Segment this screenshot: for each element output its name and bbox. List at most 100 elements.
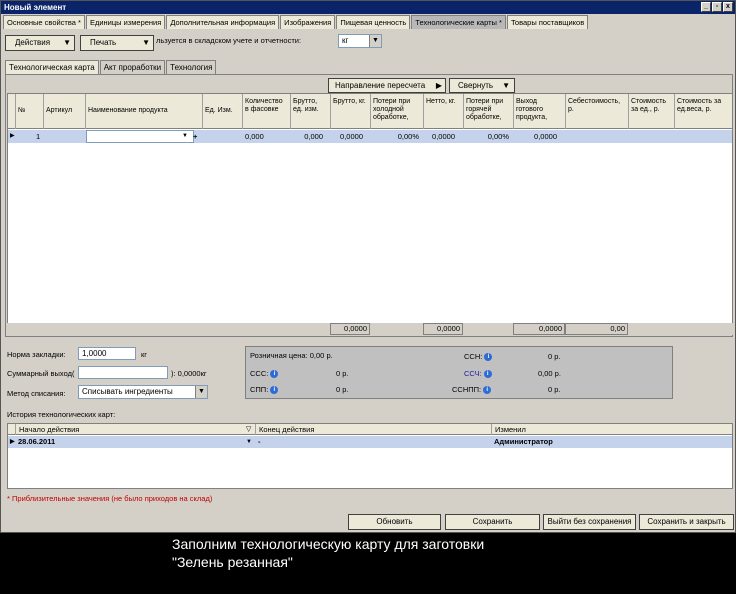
tab-images[interactable]: Изображения <box>280 15 336 29</box>
table-header: № Артикул Наименование продукта Ед. Изм.… <box>8 94 732 129</box>
tab-tech-card[interactable]: Технологическая карта <box>5 60 99 75</box>
col-net-kg[interactable]: Нетто, кг. <box>424 94 464 129</box>
actions-button[interactable]: Действия ▼ <box>5 35 75 51</box>
history-label: История технологических карт: <box>7 410 116 419</box>
title-bar: Новый элемент _ ▫ x <box>1 1 735 14</box>
chevron-down-icon[interactable]: ▼ <box>195 386 207 398</box>
ssn-label: ССН: i <box>464 352 493 362</box>
col-start[interactable]: Начало действия <box>16 424 256 435</box>
cell-unit[interactable] <box>203 130 243 143</box>
table-row[interactable]: ▶ 28.06.2011 ▼ - Администратор <box>8 436 732 448</box>
unit-select[interactable]: кг ▼ <box>338 34 382 48</box>
sss-label: ССС: i <box>250 369 279 379</box>
tab-act[interactable]: Акт проработки <box>99 60 166 74</box>
toolbar: Действия ▼ Печать ▼ льзуется в складском у… <box>3 30 733 54</box>
table-footer: 0,0000 0,0000 0,0000 0,00 <box>7 323 733 335</box>
info-icon[interactable]: i <box>270 370 279 379</box>
col-article[interactable]: Артикул <box>44 94 86 129</box>
cell-net-kg[interactable]: 0,0000 <box>424 130 457 143</box>
col-cold-loss[interactable]: Потери при холодной обработке, <box>371 94 424 129</box>
total-cost: 0,00 <box>565 323 628 335</box>
cell-hot-loss[interactable]: 0,00% <box>464 130 511 143</box>
collapse-label: Свернуть <box>458 81 494 90</box>
save-and-close-button[interactable]: Сохранить и закрыть <box>639 514 734 530</box>
table-row[interactable]: ▶ 1 ▼ + 0,000 0,000 0,0000 0,00% 0,0000 … <box>8 130 732 143</box>
cell-end[interactable]: - <box>256 436 486 449</box>
col-end[interactable]: Конец действия <box>256 424 492 435</box>
refresh-button[interactable]: Обновить <box>348 514 441 530</box>
col-price-unit[interactable]: Стоимость за ед., р. <box>629 94 675 129</box>
tab-nutrition[interactable]: Пищевая ценность <box>336 15 411 29</box>
tab-main-properties[interactable]: Основные свойства * <box>3 15 85 29</box>
info-icon[interactable]: i <box>270 386 279 395</box>
cell-price-unit[interactable] <box>629 130 675 143</box>
col-pack-qty[interactable]: Количество в фасовке <box>243 94 291 129</box>
cell-price-weight[interactable] <box>675 130 732 143</box>
tab-additional-info[interactable]: Дополнительная информация <box>166 15 280 29</box>
total-yield: 0,0000 <box>513 323 565 335</box>
tab-supplier-goods[interactable]: Товары поставщиков <box>506 15 589 29</box>
col-cost[interactable]: Себестоимость, р. <box>566 94 629 129</box>
info-icon[interactable]: i <box>483 386 492 395</box>
video-subtitle: Заполним технологическую карту для загот… <box>0 533 736 594</box>
recalc-direction-button[interactable]: Направление пересчета ▶ <box>328 78 446 93</box>
col-gross-unit[interactable]: Брутто, ед. изм. <box>291 94 331 129</box>
print-button[interactable]: Печать ▼ <box>80 35 154 51</box>
col-product-name[interactable]: Наименование продукта <box>86 94 203 129</box>
sum-yield-label: Суммарный выход( <box>7 369 75 378</box>
col-unit[interactable]: Ед. Изм. <box>203 94 243 129</box>
add-icon[interactable]: + <box>191 130 201 143</box>
row-marker-header <box>8 94 16 129</box>
exit-without-save-button[interactable]: Выйти без сохранения <box>543 514 636 530</box>
actions-label: Действия <box>15 38 51 47</box>
recalc-label: Направление пересчета <box>335 81 426 90</box>
tab-technology[interactable]: Технология <box>166 60 217 74</box>
sum-yield-input[interactable] <box>78 366 168 379</box>
window-title: Новый элемент <box>4 3 67 12</box>
close-button[interactable]: x <box>723 2 733 12</box>
filter-icon[interactable]: ▽ <box>246 424 251 435</box>
cell-gross-unit[interactable]: 0,000 <box>291 130 325 143</box>
col-yield[interactable]: Выход готового продукта, <box>514 94 566 129</box>
cell-start[interactable]: 28.06.2011 <box>16 436 246 449</box>
norm-label: Норма закладки: <box>7 350 66 359</box>
ssnpp-label: ССНПП: i <box>452 385 492 395</box>
cell-cost[interactable] <box>566 130 629 143</box>
cell-pack-qty[interactable]: 0,000 <box>243 130 273 143</box>
row-pointer-icon: ▶ <box>10 133 15 139</box>
ssch-value: 0,00 р. <box>538 369 561 378</box>
cell-cold-loss[interactable]: 0,00% <box>371 130 421 143</box>
print-note: льзуется в складском учете и отчетности: <box>156 36 302 45</box>
norm-input[interactable]: 1,0000 <box>78 347 136 360</box>
collapse-button[interactable]: Свернуть ▼ <box>449 78 515 93</box>
price-info-box: Розничная цена: 0,00 р. ССН: i 0 р. ССС:… <box>245 346 673 399</box>
info-icon[interactable]: i <box>484 353 493 362</box>
save-button[interactable]: Сохранить <box>445 514 540 530</box>
minimize-button[interactable]: _ <box>701 2 711 12</box>
col-gross-kg[interactable]: Брутто, кг. <box>331 94 371 129</box>
restore-button[interactable]: ▫ <box>712 2 722 12</box>
col-number[interactable]: № <box>16 94 44 129</box>
col-changed-by[interactable]: Изменил <box>492 424 732 435</box>
chevron-down-icon[interactable]: ▼ <box>369 35 381 47</box>
cell-article[interactable] <box>44 130 86 143</box>
info-icon[interactable]: i <box>483 370 492 379</box>
print-label: Печать <box>90 38 117 47</box>
tab-units[interactable]: Единицы измерения <box>85 15 166 29</box>
col-price-weight[interactable]: Стоимость за ед.веса, р. <box>675 94 732 129</box>
cell-yield[interactable]: 0,0000 <box>514 130 559 143</box>
subtitle-line-2: "Зелень резанная" <box>172 554 293 570</box>
top-tabs: Основные свойства * Единицы измерения До… <box>3 15 589 29</box>
chevron-down-icon[interactable]: ▼ <box>180 130 190 143</box>
sum-yield-result: ): 0,0000кг <box>171 369 207 378</box>
total-gross-kg: 0,0000 <box>330 323 370 335</box>
method-select[interactable]: Списывать ингредиенты ▼ <box>78 385 208 399</box>
cell-gross-kg[interactable]: 0,0000 <box>331 130 365 143</box>
method-label: Метод списания: <box>7 389 66 398</box>
cell-changed-by[interactable]: Администратор <box>492 436 722 449</box>
method-value: Списывать ингредиенты <box>82 387 173 396</box>
product-name-input[interactable] <box>86 130 194 143</box>
tab-tech-cards[interactable]: Технологические карты * <box>411 15 506 29</box>
chevron-down-icon[interactable]: ▼ <box>244 436 254 449</box>
col-hot-loss[interactable]: Потери при горячей обработке, <box>464 94 514 129</box>
